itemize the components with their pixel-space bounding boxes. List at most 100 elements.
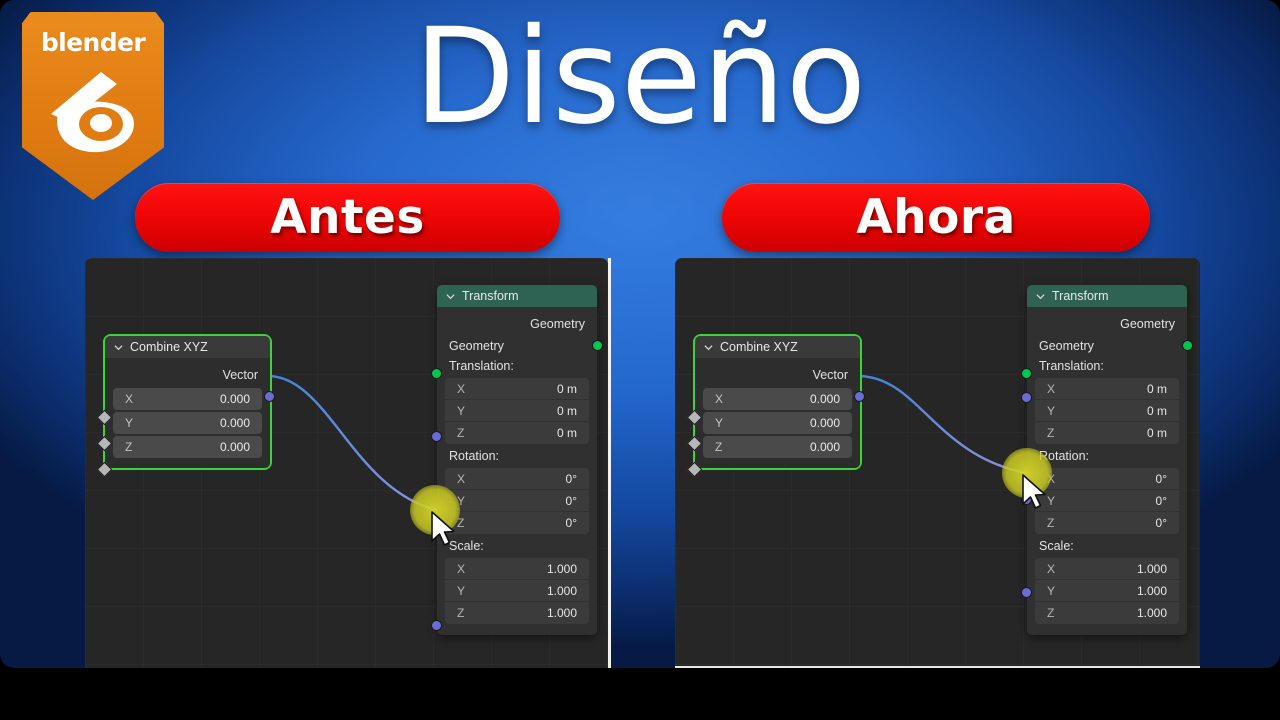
translation-input-socket-antes[interactable] <box>431 431 442 442</box>
field-key: X <box>457 381 466 396</box>
group-label-translation-antes: Translation: <box>449 359 514 373</box>
node-editor-antes[interactable]: Combine XYZ Vector X 0.000 Y 0.000 Z 0.0… <box>85 258 608 668</box>
field-key: Y <box>457 403 466 418</box>
node-editor-ahora[interactable]: Combine XYZ Vector X 0.000 Y 0.000 Z 0.0… <box>675 258 1200 668</box>
field-scale-x-ahora[interactable]: X 1.000 <box>1035 558 1179 580</box>
field-key: Y <box>1047 403 1056 418</box>
node-transform-ahora[interactable]: Transform Geometry Geometry Translation:… <box>1021 285 1193 635</box>
scale-input-socket-antes[interactable] <box>431 620 442 631</box>
output-label-vector-antes: Vector <box>222 368 258 382</box>
field-key: X <box>457 561 466 576</box>
field-rotation-x-ahora[interactable]: X 0° <box>1035 468 1179 490</box>
field-combine-x-ahora[interactable]: X 0.000 <box>703 388 852 410</box>
field-rotation-z-antes[interactable]: Z 0° <box>445 512 589 534</box>
field-key: Z <box>715 440 723 454</box>
field-value: 0° <box>565 516 577 530</box>
geometry-input-socket-ahora[interactable] <box>1021 368 1032 379</box>
field-value: 0.000 <box>809 416 840 430</box>
chevron-down-icon[interactable] <box>114 343 123 352</box>
field-rotation-z-ahora[interactable]: Z 0° <box>1035 512 1179 534</box>
chevron-down-icon[interactable] <box>704 343 713 352</box>
node-body-combine-xyz-antes: Vector X 0.000 Y 0.000 Z 0.000 <box>96 358 275 478</box>
field-scale-y-antes[interactable]: Y 1.000 <box>445 580 589 602</box>
field-scale-y-ahora[interactable]: Y 1.000 <box>1035 580 1179 602</box>
thumbnail-canvas: blender Diseño Antes Ahora Combine XYZ V… <box>0 0 1280 720</box>
vector-output-socket-antes[interactable] <box>264 391 275 402</box>
field-value: 0 m <box>1146 403 1167 418</box>
field-scale-z-ahora[interactable]: Z 1.000 <box>1035 602 1179 624</box>
mouse-pointer-icon-antes <box>431 511 455 546</box>
field-key: Z <box>1047 606 1055 620</box>
field-key: X <box>715 392 724 406</box>
chevron-down-icon[interactable] <box>446 292 455 301</box>
translation-input-socket-ahora[interactable] <box>1021 392 1032 403</box>
field-value: 0° <box>1155 516 1167 530</box>
field-value: 1.000 <box>1136 606 1167 620</box>
badge-antes-label: Antes <box>270 190 425 245</box>
field-translation-x-ahora[interactable]: X 0 m <box>1035 378 1179 400</box>
blender-logo: blender <box>22 12 164 200</box>
output-row-geometry-antes: Geometry <box>437 313 597 335</box>
group-label-scale-ahora: Scale: <box>1039 539 1074 553</box>
field-rotation-y-ahora[interactable]: Y 0° <box>1035 490 1179 512</box>
input-row-geometry-antes: Geometry <box>437 335 597 357</box>
field-value: 0 m <box>1146 426 1167 440</box>
field-value: 0.000 <box>219 440 250 454</box>
field-group-translation-ahora: X 0 m Y 0 m Z 0 m <box>1035 378 1179 444</box>
field-translation-x-antes[interactable]: X 0 m <box>445 378 589 400</box>
node-header-combine-xyz-antes[interactable]: Combine XYZ <box>105 336 270 358</box>
field-value: 1.000 <box>546 583 577 598</box>
blender-mark-icon <box>51 72 134 153</box>
field-value: 1.000 <box>1136 561 1167 576</box>
node-header-combine-xyz-ahora[interactable]: Combine XYZ <box>695 336 860 358</box>
input-row-geometry-ahora: Geometry <box>1027 335 1187 357</box>
field-scale-z-antes[interactable]: Z 1.000 <box>445 602 589 624</box>
field-combine-x-antes[interactable]: X 0.000 <box>113 388 262 410</box>
field-group-translation-antes: X 0 m Y 0 m Z 0 m <box>445 378 589 444</box>
field-value: 0.000 <box>219 392 250 406</box>
field-translation-z-ahora[interactable]: Z 0 m <box>1035 422 1179 444</box>
field-key: Z <box>1047 426 1055 440</box>
field-translation-y-ahora[interactable]: Y 0 m <box>1035 400 1179 422</box>
field-value: 0 m <box>556 381 577 396</box>
field-combine-y-antes[interactable]: Y 0.000 <box>113 412 262 434</box>
geometry-output-socket-antes[interactable] <box>592 340 603 351</box>
node-body-transform-antes: Geometry Geometry Translation: X 0 m Y 0… <box>431 307 603 635</box>
scale-input-socket-ahora[interactable] <box>1021 587 1032 598</box>
field-scale-x-antes[interactable]: X 1.000 <box>445 558 589 580</box>
output-label-geometry-ahora: Geometry <box>1120 317 1175 331</box>
node-transform-antes[interactable]: Transform Geometry Geometry Translation:… <box>431 285 603 635</box>
node-header-transform-ahora[interactable]: Transform <box>1027 285 1187 307</box>
geometry-output-socket-ahora[interactable] <box>1182 340 1193 351</box>
field-rotation-x-antes[interactable]: X 0° <box>445 468 589 490</box>
field-value: 0° <box>565 471 577 486</box>
node-title-transform-ahora: Transform <box>1052 289 1109 303</box>
field-translation-y-antes[interactable]: Y 0 m <box>445 400 589 422</box>
input-label-geometry-antes: Geometry <box>449 339 504 353</box>
field-rotation-y-antes[interactable]: Y 0° <box>445 490 589 512</box>
output-label-geometry-antes: Geometry <box>530 317 585 331</box>
field-value: 0° <box>565 493 577 508</box>
chevron-down-icon[interactable] <box>1036 292 1045 301</box>
field-combine-z-ahora[interactable]: Z 0.000 <box>703 436 852 458</box>
group-label-scale-antes: Scale: <box>449 539 484 553</box>
group-label-rotation-antes: Rotation: <box>449 449 500 463</box>
logo-wordmark: blender <box>40 28 146 57</box>
node-title-combine-xyz-ahora: Combine XYZ <box>720 340 798 354</box>
badge-ahora: Ahora <box>722 183 1150 252</box>
geometry-input-socket-antes[interactable] <box>431 368 442 379</box>
field-key: Y <box>125 416 134 430</box>
field-combine-z-antes[interactable]: Z 0.000 <box>113 436 262 458</box>
field-value: 0 m <box>556 426 577 440</box>
field-value: 0 m <box>1146 381 1167 396</box>
node-header-transform-antes[interactable]: Transform <box>437 285 597 307</box>
node-combine-xyz-ahora[interactable]: Combine XYZ Vector X 0.000 Y 0.000 Z 0.0… <box>686 336 865 478</box>
field-combine-y-ahora[interactable]: Y 0.000 <box>703 412 852 434</box>
field-group-scale-antes: X 1.000 Y 1.000 Z 1.000 <box>445 558 589 624</box>
field-translation-z-antes[interactable]: Z 0 m <box>445 422 589 444</box>
badge-antes: Antes <box>135 183 560 252</box>
vector-output-socket-ahora[interactable] <box>854 391 865 402</box>
field-value: 0.000 <box>809 392 840 406</box>
field-value: 1.000 <box>1136 583 1167 598</box>
node-combine-xyz-antes[interactable]: Combine XYZ Vector X 0.000 Y 0.000 Z 0.0… <box>96 336 275 478</box>
